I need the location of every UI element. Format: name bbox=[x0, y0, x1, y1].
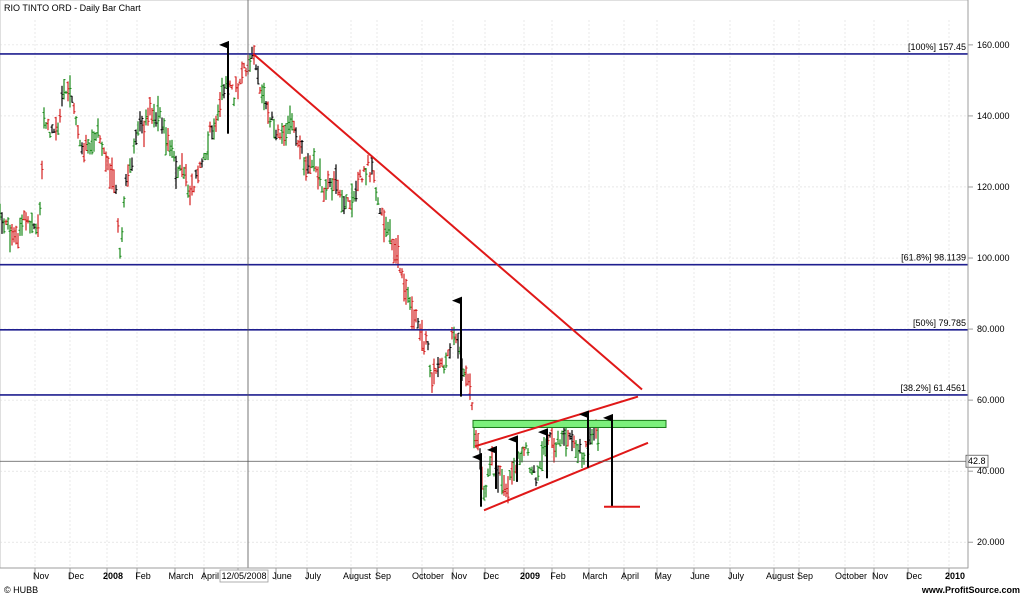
x-tick-label: July bbox=[305, 571, 322, 581]
x-tick-label: July bbox=[728, 571, 745, 581]
x-tick-label: Feb bbox=[135, 571, 151, 581]
x-tick-label: Dec bbox=[483, 571, 500, 581]
x-tick-label: March bbox=[168, 571, 193, 581]
y-tick-label: 40.000 bbox=[977, 466, 1005, 476]
y-tick-label: 20.000 bbox=[977, 537, 1005, 547]
chart-area: [100%] 157.45 [61.8%] 98.1139 [50%] 79.785… bbox=[0, 0, 1024, 597]
x-tick-label: Feb bbox=[550, 571, 566, 581]
y-tick-label: 160.000 bbox=[977, 40, 1010, 50]
fib-level-label: [38.2%] 61.4561 bbox=[900, 383, 966, 393]
x-tick-label: 2010 bbox=[945, 571, 965, 581]
x-tick-label: Dec bbox=[906, 571, 923, 581]
y-tick-label: 140.000 bbox=[977, 111, 1010, 121]
x-tick-label: June bbox=[690, 571, 710, 581]
x-tick-label: June bbox=[272, 571, 292, 581]
chart-title: RIO TINTO ORD - Daily Bar Chart bbox=[4, 3, 141, 13]
fib-level-label: [100%] 157.45 bbox=[908, 42, 966, 52]
x-tick-label: August bbox=[343, 571, 372, 581]
x-tick-label: 12/05/2008 bbox=[221, 571, 266, 581]
x-tick-label: Nov bbox=[451, 571, 468, 581]
support-zone bbox=[472, 419, 667, 428]
x-tick-label: Dec bbox=[68, 571, 85, 581]
x-tick-label: October bbox=[412, 571, 444, 581]
footer-website: www.ProfitSource.com bbox=[921, 585, 1020, 595]
y-tick-label: 80.000 bbox=[977, 324, 1005, 334]
x-tick-label: 2008 bbox=[103, 571, 123, 581]
x-tick-label: October bbox=[835, 571, 867, 581]
x-tick-label: Sep bbox=[375, 571, 391, 581]
x-tick-label: Nov bbox=[872, 571, 889, 581]
y-tick-label: 60.000 bbox=[977, 395, 1005, 405]
footer-copyright: © HUBB bbox=[4, 585, 38, 595]
y-tick-label: 120.000 bbox=[977, 182, 1010, 192]
x-tick-label: March bbox=[582, 571, 607, 581]
y-tick-label: 100.000 bbox=[977, 253, 1010, 263]
x-tick-label: Nov bbox=[33, 571, 50, 581]
x-tick-label: April bbox=[621, 571, 639, 581]
plot-frame bbox=[0, 0, 969, 569]
x-tick-label: April bbox=[201, 571, 219, 581]
x-tick-label: August bbox=[766, 571, 795, 581]
current-price-label: 42.8 bbox=[968, 456, 986, 466]
x-tick-label: Sep bbox=[797, 571, 813, 581]
fib-level-label: [61.8%] 98.1139 bbox=[901, 253, 966, 263]
x-tick-label: 2009 bbox=[520, 571, 540, 581]
price-chart: [100%] 157.45 [61.8%] 98.1139 [50%] 79.785… bbox=[0, 0, 1024, 597]
x-tick-label: May bbox=[654, 571, 672, 581]
fib-level-label: [50%] 79.785 bbox=[913, 318, 966, 328]
